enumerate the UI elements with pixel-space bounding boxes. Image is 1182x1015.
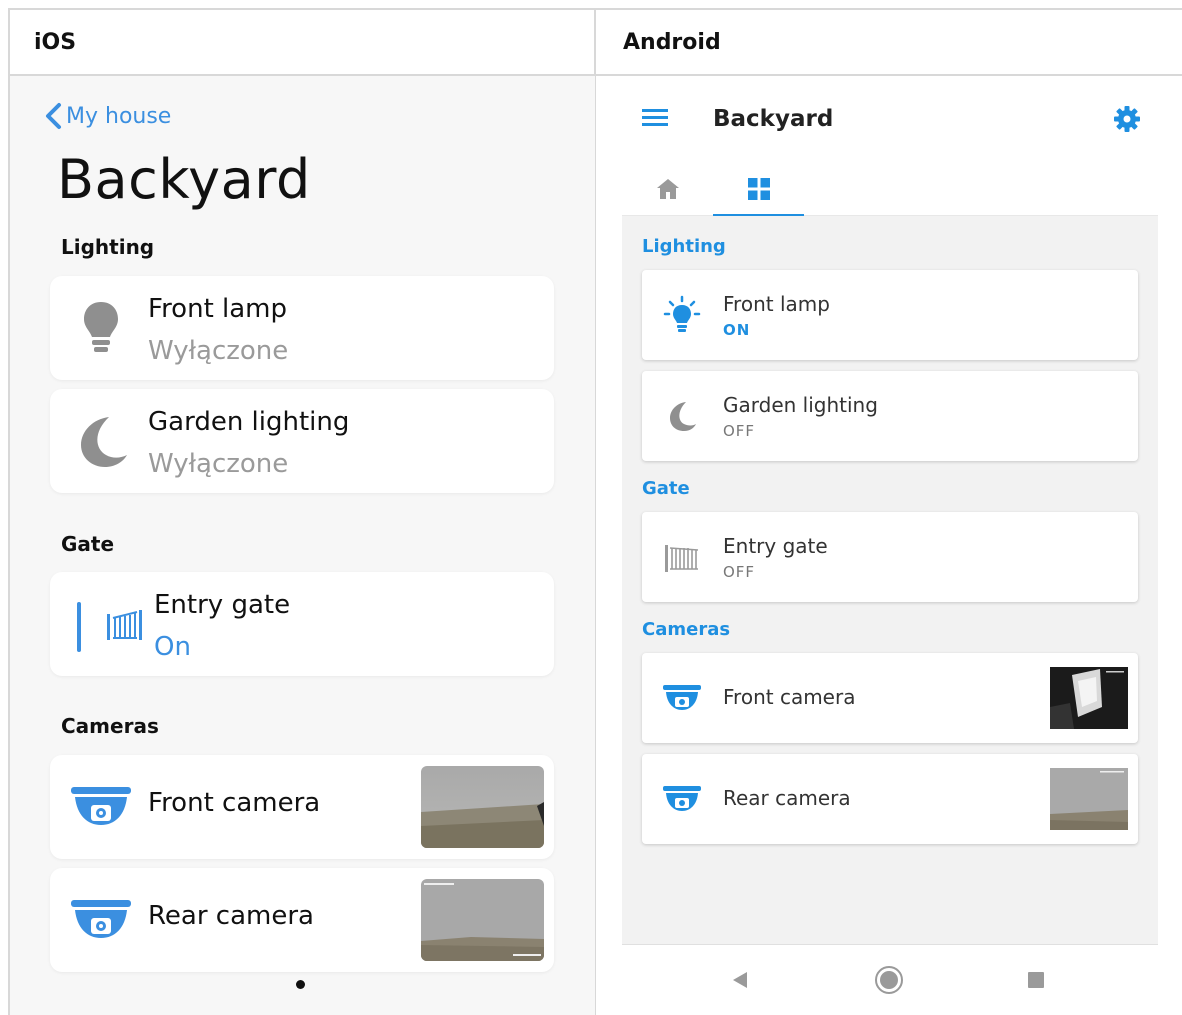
lightbulb-on-icon xyxy=(660,293,704,337)
android-column-header: Android xyxy=(623,29,721,55)
system-nav-bar xyxy=(622,944,1158,1015)
device-card-rear-camera[interactable]: Rear camera xyxy=(50,868,554,972)
home-icon xyxy=(656,179,679,199)
device-name: Entry gate xyxy=(723,534,828,558)
camera-preview[interactable] xyxy=(1050,768,1128,830)
section-cameras: Cameras xyxy=(61,714,159,738)
grid-icon xyxy=(747,178,770,200)
android-screen: Backyard Lighting Front lamp ON Garden l… xyxy=(598,76,1182,1015)
section-gate: Gate xyxy=(61,532,115,556)
camera-icon xyxy=(660,676,704,720)
gate-icon xyxy=(92,591,158,657)
device-name: Garden lighting xyxy=(723,393,878,417)
gear-icon[interactable] xyxy=(1114,106,1140,136)
device-status: OFF xyxy=(723,563,756,581)
active-indicator xyxy=(77,602,81,652)
section-lighting: Lighting xyxy=(642,236,726,257)
section-cameras: Cameras xyxy=(642,619,731,640)
device-status: OFF xyxy=(723,422,756,440)
back-icon[interactable] xyxy=(723,963,757,997)
camera-icon xyxy=(68,887,134,953)
tab-devices[interactable] xyxy=(713,162,804,217)
device-card-front-camera[interactable]: Front camera xyxy=(50,755,554,859)
home-circle-icon[interactable] xyxy=(872,963,906,997)
device-name: Front camera xyxy=(148,788,321,818)
device-name: Rear camera xyxy=(148,901,314,931)
device-card-front-lamp[interactable]: Front lamp ON xyxy=(642,270,1138,360)
device-card-rear-camera[interactable]: Rear camera xyxy=(642,754,1138,844)
camera-preview[interactable] xyxy=(421,879,544,961)
page-title: Backyard xyxy=(57,148,311,211)
back-button[interactable]: My house xyxy=(44,102,171,130)
device-card-garden-lighting[interactable]: Garden lighting OFF xyxy=(642,371,1138,461)
device-status: ON xyxy=(723,321,751,339)
device-status: Wyłączone xyxy=(148,449,289,479)
device-card-entry-gate[interactable]: Entry gate On xyxy=(50,572,554,676)
device-name: Entry gate xyxy=(154,590,291,620)
ios-screen: My house Backyard Lighting Front lamp Wy… xyxy=(10,76,595,1015)
camera-icon xyxy=(68,774,134,840)
device-card-entry-gate[interactable]: Entry gate OFF xyxy=(642,512,1138,602)
menu-icon[interactable] xyxy=(642,108,668,132)
moon-icon xyxy=(660,394,704,438)
device-name: Rear camera xyxy=(723,786,851,810)
device-name: Front lamp xyxy=(148,294,288,324)
camera-preview[interactable] xyxy=(1050,667,1128,729)
device-card-garden-lighting[interactable]: Garden lighting Wyłączone xyxy=(50,389,554,493)
device-card-front-lamp[interactable]: Front lamp Wyłączone xyxy=(50,276,554,380)
device-list: Lighting Front lamp ON Garden lighting O… xyxy=(622,216,1158,944)
toolbar: Backyard xyxy=(622,76,1158,162)
moon-icon xyxy=(68,408,134,474)
lightbulb-icon xyxy=(68,295,134,361)
ios-column-header: iOS xyxy=(34,29,77,55)
device-status: On xyxy=(154,632,191,662)
chevron-left-icon xyxy=(46,103,61,129)
recents-icon[interactable] xyxy=(1019,963,1053,997)
page-indicator-dot xyxy=(296,980,305,989)
device-card-front-camera[interactable]: Front camera xyxy=(642,653,1138,743)
device-name: Front camera xyxy=(723,685,856,709)
page-title: Backyard xyxy=(713,106,834,132)
device-name: Front lamp xyxy=(723,292,830,316)
section-gate: Gate xyxy=(642,478,690,499)
tab-bar xyxy=(622,162,1158,217)
device-name: Garden lighting xyxy=(148,407,350,437)
tab-home[interactable] xyxy=(622,162,713,216)
section-lighting: Lighting xyxy=(61,235,155,259)
camera-preview[interactable] xyxy=(421,766,544,848)
gate-icon xyxy=(660,535,704,579)
camera-icon xyxy=(660,777,704,821)
back-label: My house xyxy=(66,103,172,129)
device-status: Wyłączone xyxy=(148,336,289,366)
